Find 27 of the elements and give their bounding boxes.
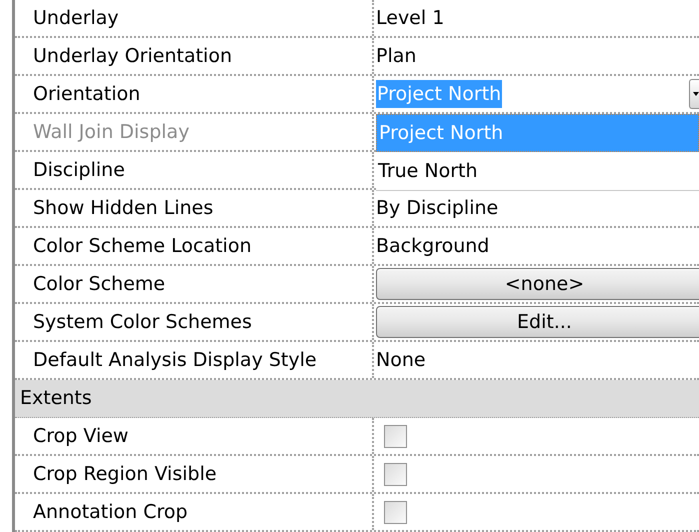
- dropdown-arrow-icon[interactable]: [689, 79, 699, 109]
- property-label: Underlay: [33, 6, 119, 31]
- property-label: Annotation Crop: [33, 500, 188, 525]
- checkbox[interactable]: [384, 424, 407, 448]
- dropdown-option[interactable]: True North: [376, 152, 699, 190]
- property-value: Background: [376, 234, 490, 259]
- value-button[interactable]: Edit...: [376, 306, 699, 338]
- property-label: Crop View: [33, 424, 128, 449]
- property-label: Default Analysis Display Style: [33, 348, 317, 373]
- checkbox[interactable]: [384, 500, 407, 524]
- property-label: Discipline: [33, 158, 125, 183]
- property-value: By Discipline: [376, 196, 498, 221]
- checkbox[interactable]: [384, 462, 407, 486]
- section-header[interactable]: Extents: [15, 380, 699, 418]
- property-value: Plan: [376, 44, 416, 69]
- property-value: Level 1: [376, 6, 444, 31]
- property-label: Wall Join Display: [33, 120, 190, 145]
- property-value: None: [376, 348, 426, 373]
- value-button[interactable]: <none>: [376, 268, 699, 300]
- property-label: Color Scheme: [33, 272, 166, 297]
- property-label: Orientation: [33, 82, 140, 107]
- property-label: Show Hidden Lines: [33, 196, 214, 221]
- property-label: Crop Region Visible: [33, 462, 217, 487]
- property-label: System Color Schemes: [33, 310, 252, 335]
- dropdown-value: Project North: [376, 80, 502, 108]
- property-label: Color Scheme Location: [33, 234, 252, 259]
- property-label: Underlay Orientation: [33, 44, 232, 69]
